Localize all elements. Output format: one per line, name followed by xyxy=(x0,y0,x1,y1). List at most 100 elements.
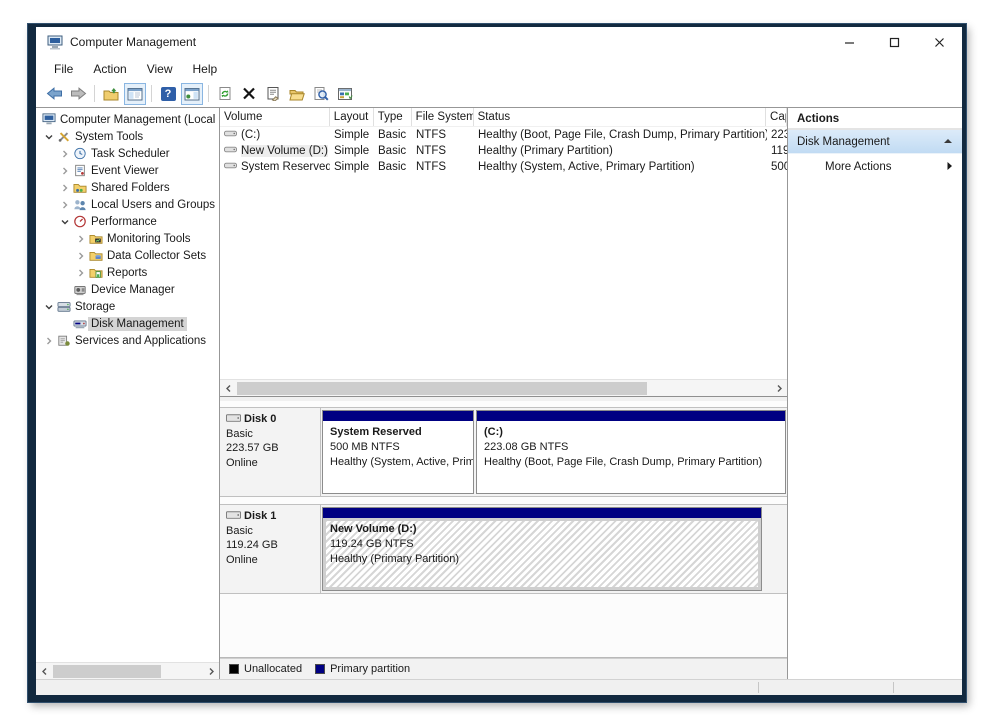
toolbar-separator xyxy=(208,85,209,102)
legend-label-primary-partition: Primary partition xyxy=(330,663,410,675)
close-button[interactable] xyxy=(917,27,962,57)
monitoring-tools-folder-icon xyxy=(87,232,104,245)
column-header-layout[interactable]: Layout xyxy=(330,108,374,126)
drive-icon xyxy=(224,161,237,173)
disk-0-label[interactable]: Disk 0 Basic 223.57 GB Online xyxy=(220,408,321,496)
console-tree-pane-icon xyxy=(127,87,143,101)
chevron-right-icon[interactable] xyxy=(74,268,87,278)
volume-row-d[interactable]: New Volume (D:) Simple Basic NTFS Health… xyxy=(220,143,787,159)
tree-horizontal-scrollbar[interactable] xyxy=(36,662,219,679)
column-header-file-system[interactable]: File System xyxy=(412,108,474,126)
up-one-level-button[interactable] xyxy=(100,83,122,105)
menu-help[interactable]: Help xyxy=(183,60,228,78)
tree-item-performance[interactable]: Performance xyxy=(36,213,219,230)
volume-row-c[interactable]: (C:) Simple Basic NTFS Healthy (Boot, Pa… xyxy=(220,127,787,143)
menu-view[interactable]: View xyxy=(137,60,183,78)
forward-arrow-icon xyxy=(70,86,87,101)
tree-item-label: Data Collector Sets xyxy=(104,249,209,263)
computer-management-window: Computer Management File Action View Hel… xyxy=(28,24,966,702)
more-actions-label: More Actions xyxy=(825,161,891,173)
view-button[interactable] xyxy=(310,83,332,105)
disk-name: Disk 0 xyxy=(244,412,276,427)
properties-icon xyxy=(265,86,281,101)
unallocated-swatch xyxy=(229,664,239,674)
chevron-down-icon[interactable] xyxy=(42,302,55,312)
tree-item-services-and-applications[interactable]: Services and Applications xyxy=(36,332,219,349)
chevron-right-icon[interactable] xyxy=(58,183,71,193)
status-bar xyxy=(36,679,962,695)
tree-item-reports[interactable]: Reports xyxy=(36,264,219,281)
column-header-status[interactable]: Status xyxy=(474,108,766,126)
column-header-capacity[interactable]: Capacity xyxy=(766,108,787,126)
scrollbar-thumb[interactable] xyxy=(237,382,647,395)
open-folder-button[interactable] xyxy=(286,83,308,105)
column-header-type[interactable]: Type xyxy=(374,108,412,126)
partition-c[interactable]: (C:) 223.08 GB NTFS Healthy (Boot, Page … xyxy=(476,410,786,494)
partition-size: 119.24 GB NTFS xyxy=(330,537,754,552)
partition-system-reserved[interactable]: System Reserved 500 MB NTFS Healthy (Sys… xyxy=(322,410,474,494)
more-actions-item[interactable]: More Actions xyxy=(788,154,962,180)
tree-item-event-viewer[interactable]: Event Viewer xyxy=(36,162,219,179)
close-icon xyxy=(934,37,945,48)
chevron-down-icon[interactable] xyxy=(42,132,55,142)
column-header-volume[interactable]: Volume xyxy=(220,108,330,126)
console-options-icon xyxy=(337,87,353,101)
tree-item-computer-management[interactable]: Computer Management (Local xyxy=(36,111,219,128)
tree-item-task-scheduler[interactable]: Task Scheduler xyxy=(36,145,219,162)
toolbar: ? xyxy=(36,80,962,107)
scroll-left-arrow-icon[interactable] xyxy=(220,384,236,393)
chevron-right-icon[interactable] xyxy=(42,336,55,346)
action-pane-icon xyxy=(184,87,200,101)
tree-item-label: Reports xyxy=(104,266,150,280)
tree-item-data-collector-sets[interactable]: Data Collector Sets xyxy=(36,247,219,264)
actions-header: Actions xyxy=(788,108,962,130)
partition-new-volume-d[interactable]: New Volume (D:) 119.24 GB NTFS Healthy (… xyxy=(322,507,762,591)
delete-button[interactable] xyxy=(238,83,260,105)
volume-row-system-reserved[interactable]: System Reserved Simple Basic NTFS Health… xyxy=(220,159,787,175)
console-tree-panel: Computer Management (Local System Tools … xyxy=(36,108,220,679)
back-button[interactable] xyxy=(43,83,65,105)
primary-partition-color-bar xyxy=(477,411,785,421)
collapse-up-icon[interactable] xyxy=(943,136,953,148)
volume-name: New Volume (D:) xyxy=(241,145,328,157)
tree-item-device-manager[interactable]: Device Manager xyxy=(36,281,219,298)
tree-item-disk-management[interactable]: Disk Management xyxy=(36,315,219,332)
chevron-right-icon[interactable] xyxy=(58,149,71,159)
console-options-button[interactable] xyxy=(334,83,356,105)
volume-capacity: 223.08 GB xyxy=(767,129,787,141)
actions-group-disk-management[interactable]: Disk Management xyxy=(788,130,962,154)
menu-action[interactable]: Action xyxy=(83,60,136,78)
tree-item-shared-folders[interactable]: Shared Folders xyxy=(36,179,219,196)
shared-folders-icon xyxy=(71,181,88,194)
maximize-button[interactable] xyxy=(872,27,917,57)
tree-item-monitoring-tools[interactable]: Monitoring Tools xyxy=(36,230,219,247)
storage-icon xyxy=(55,300,72,313)
minimize-button[interactable] xyxy=(827,27,872,57)
chevron-right-icon[interactable] xyxy=(74,234,87,244)
chevron-right-icon[interactable] xyxy=(58,200,71,210)
disk-kind: Basic xyxy=(226,427,314,442)
partition-name: System Reserved xyxy=(330,425,466,440)
show-console-tree-button[interactable] xyxy=(124,83,146,105)
drive-icon xyxy=(224,145,237,157)
scroll-left-arrow-icon[interactable] xyxy=(36,667,52,676)
scroll-right-arrow-icon[interactable] xyxy=(771,384,787,393)
tree-item-system-tools[interactable]: System Tools xyxy=(36,128,219,145)
properties-button[interactable] xyxy=(262,83,284,105)
disk-1-label[interactable]: Disk 1 Basic 119.24 GB Online xyxy=(220,505,321,593)
tree-item-storage[interactable]: Storage xyxy=(36,298,219,315)
refresh-button[interactable] xyxy=(214,83,236,105)
chevron-right-icon[interactable] xyxy=(74,251,87,261)
volume-capacity: 500 MB xyxy=(767,161,787,173)
help-button[interactable]: ? xyxy=(157,83,179,105)
chevron-down-icon[interactable] xyxy=(58,217,71,227)
volume-list-horizontal-scrollbar[interactable] xyxy=(220,379,787,396)
chevron-right-icon[interactable] xyxy=(58,166,71,176)
scrollbar-thumb[interactable] xyxy=(53,665,161,678)
menu-file[interactable]: File xyxy=(44,60,83,78)
show-action-pane-button[interactable] xyxy=(181,83,203,105)
delete-x-icon xyxy=(242,87,256,100)
forward-button[interactable] xyxy=(67,83,89,105)
tree-item-local-users-and-groups[interactable]: Local Users and Groups xyxy=(36,196,219,213)
scroll-right-arrow-icon[interactable] xyxy=(203,667,219,676)
